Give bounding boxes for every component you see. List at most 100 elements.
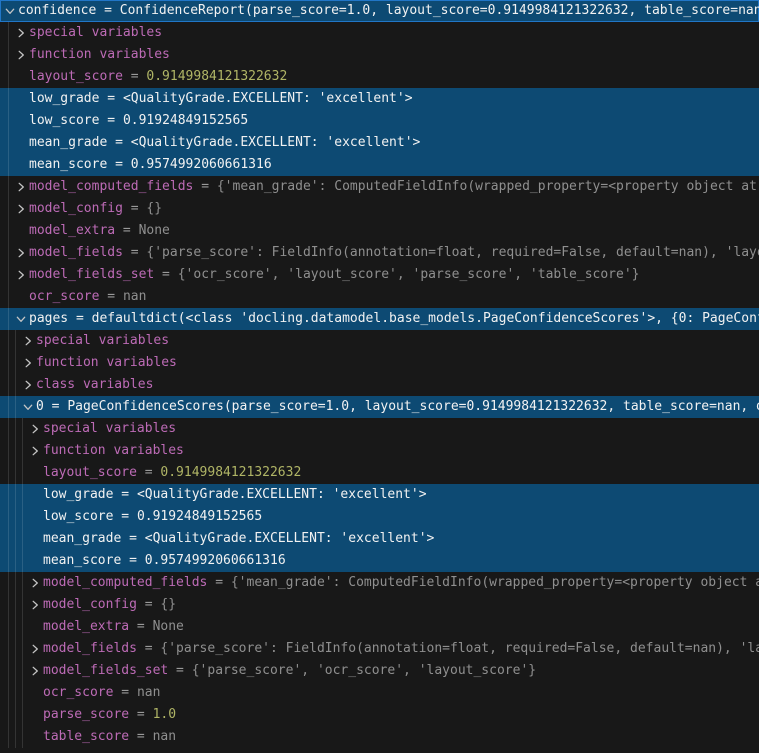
variable-row-special-variables[interactable]: special variables [0,22,759,44]
variable-row-low-score[interactable]: low_score = 0.91924849152565 [0,110,759,132]
chevron-right-icon[interactable] [22,379,34,391]
variable-row-mean-score[interactable]: mean_score = 0.9574992060661316 [0,154,759,176]
variable-row-special-variables[interactable]: special variables [0,418,759,440]
variable-row-model-computed-fields[interactable]: model_computed_fields = {'mean_grade': C… [0,572,759,594]
variable-value: 0.9574992060661316 [145,553,286,568]
indent-guide [15,330,16,352]
indent-guide [8,242,9,264]
row-content: low_score = 0.91924849152565 [43,506,262,528]
variable-row-low-grade[interactable]: low_grade = <QualityGrade.EXCELLENT: 'ex… [0,484,759,506]
variable-value: {} [146,201,162,216]
chevron-right-icon[interactable] [22,335,34,347]
chevron-down-icon[interactable] [4,5,16,17]
variable-row-mean-score[interactable]: mean_score = 0.9574992060661316 [0,550,759,572]
chevron-right-icon[interactable] [29,577,41,589]
chevron-right-icon[interactable] [29,599,41,611]
row-content: special variables [36,330,169,352]
chevron-right-icon[interactable] [29,445,41,457]
variable-name: low_grade [29,91,99,106]
equals-sign: = [115,223,138,238]
variable-row-low-grade[interactable]: low_grade = <QualityGrade.EXCELLENT: 'ex… [0,88,759,110]
variable-row-low-score[interactable]: low_score = 0.91924849152565 [0,506,759,528]
indent-guide [8,374,9,396]
chevron-right-icon[interactable] [15,269,27,281]
indent-guide [8,682,9,704]
equals-sign: = [99,289,122,304]
equals-sign: = [129,707,152,722]
variable-name: class variables [36,377,153,392]
row-content: special variables [43,418,176,440]
row-content: model_config = {} [29,198,162,220]
variable-value: 1.0 [153,707,176,722]
indent-guide [15,418,16,440]
variable-name: model_computed_fields [43,575,207,590]
indent-guide [15,572,16,594]
variable-row-pages[interactable]: pages = defaultdict(<class 'docling.data… [0,308,759,330]
indent-guide [22,528,23,550]
variable-name: low_grade [43,487,113,502]
chevron-right-icon[interactable] [15,181,27,193]
equals-sign: = [96,3,119,18]
row-content: 0 = PageConfidenceScores(parse_score=1.0… [36,396,759,418]
variable-row-parse-score[interactable]: parse_score = 1.0 [0,704,759,726]
chevron-right-icon[interactable] [15,247,27,259]
chevron-right-icon[interactable] [15,49,27,61]
indent-guide [8,286,9,308]
variable-row-model-fields-set[interactable]: model_fields_set = {'parse_score', 'ocr_… [0,660,759,682]
variable-row-model-config[interactable]: model_config = {} [0,198,759,220]
chevron-right-icon[interactable] [29,423,41,435]
variable-row-ocr-score[interactable]: ocr_score = nan [0,682,759,704]
chevron-right-icon[interactable] [15,27,27,39]
variable-row-0[interactable]: 0 = PageConfidenceScores(parse_score=1.0… [0,396,759,418]
variable-row-special-variables[interactable]: special variables [0,330,759,352]
row-content: low_score = 0.91924849152565 [29,110,248,132]
variable-row-function-variables[interactable]: function variables [0,44,759,66]
variable-row-model-computed-fields[interactable]: model_computed_fields = {'mean_grade': C… [0,176,759,198]
variable-row-model-extra[interactable]: model_extra = None [0,220,759,242]
variable-value: nan [123,289,146,304]
variable-row-layout-score[interactable]: layout_score = 0.9149984121322632 [0,462,759,484]
indent-guide [8,638,9,660]
chevron-right-icon[interactable] [29,643,41,655]
variable-row-function-variables[interactable]: function variables [0,440,759,462]
variable-row-function-variables[interactable]: function variables [0,352,759,374]
indent-guide [22,704,23,726]
variable-name: model_config [43,597,137,612]
variable-row-model-fields-set[interactable]: model_fields_set = {'ocr_score', 'layout… [0,264,759,286]
indent-guide [15,594,16,616]
indent-guide [22,440,23,462]
indent-guide [8,176,9,198]
variable-row-mean-grade[interactable]: mean_grade = <QualityGrade.EXCELLENT: 'e… [0,132,759,154]
variable-row-ocr-score[interactable]: ocr_score = nan [0,286,759,308]
variable-name: ocr_score [29,289,99,304]
equals-sign: = [207,575,230,590]
equals-sign: = [154,267,177,282]
row-content: model_fields = {'parse_score': FieldInfo… [43,638,759,660]
chevron-down-icon[interactable] [15,313,27,325]
variable-row-model-fields[interactable]: model_fields = {'parse_score': FieldInfo… [0,638,759,660]
chevron-down-icon[interactable] [22,401,34,413]
variable-value: {'mean_grade': ComputedFieldInfo(wrapped… [231,575,759,590]
equals-sign: = [107,135,130,150]
variable-row-table-score[interactable]: table_score = nan [0,726,759,748]
row-content: table_score = nan [43,726,176,748]
chevron-right-icon[interactable] [29,665,41,677]
indent-guide [22,638,23,660]
variable-name: model_extra [29,223,115,238]
variable-row-model-config[interactable]: model_config = {} [0,594,759,616]
variable-row-model-extra[interactable]: model_extra = None [0,616,759,638]
row-content: model_extra = None [43,616,184,638]
variable-row-class-variables[interactable]: class variables [0,374,759,396]
variable-row-mean-grade[interactable]: mean_grade = <QualityGrade.EXCELLENT: 'e… [0,528,759,550]
chevron-right-icon[interactable] [15,203,27,215]
variable-name: mean_grade [29,135,107,150]
variable-row-layout-score[interactable]: layout_score = 0.9149984121322632 [0,66,759,88]
indent-guide [22,594,23,616]
indent-guide [22,506,23,528]
variable-row-confidence[interactable]: confidence = ConfidenceReport(parse_scor… [0,0,759,22]
indent-guide [15,374,16,396]
variable-row-model-fields[interactable]: model_fields = {'parse_score': FieldInfo… [0,242,759,264]
equals-sign: = [44,399,67,414]
chevron-right-icon[interactable] [22,357,34,369]
indent-guide [8,704,9,726]
